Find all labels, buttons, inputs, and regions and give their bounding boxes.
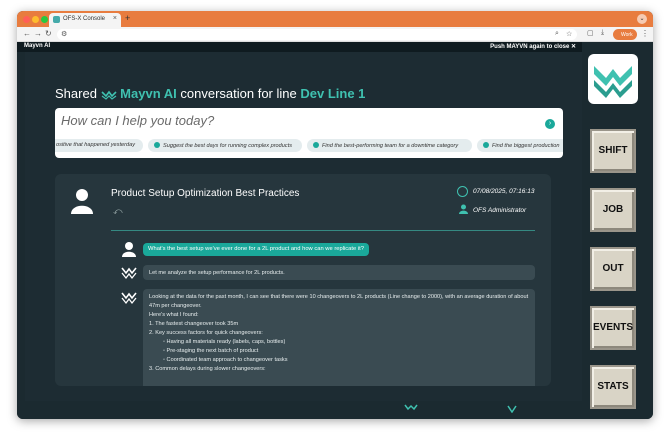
browser-window: OFS-X Console × + ⌄ ← → ↻ ⚙ ⌕ ☆ ▢ ⤓ Work… xyxy=(17,11,653,419)
suggestion-chip[interactable]: Suggest the best days for running comple… xyxy=(148,139,302,152)
mayvn-logo-icon xyxy=(594,66,632,98)
ai-message: Looking at the data for the past month, … xyxy=(143,289,535,386)
ai-paragraph: Looking at the data for the past month, … xyxy=(149,294,529,309)
extensions-icon[interactable]: ▢ xyxy=(587,29,594,37)
suggestion-label: Find the best-performing team for a down… xyxy=(322,143,459,149)
events-button[interactable]: EVENTS xyxy=(590,306,636,350)
team-icon xyxy=(313,142,319,148)
user-message-avatar-icon xyxy=(122,242,136,257)
title-middle: conversation for line xyxy=(180,86,297,101)
bookmark-star-icon[interactable]: ☆ xyxy=(566,30,572,38)
arrow-circle-icon xyxy=(483,142,489,148)
zoom-icon[interactable]: ⌕ xyxy=(555,30,559,38)
tab-favicon-icon xyxy=(53,16,60,23)
conversation-title: Product Setup Optimization Best Practice… xyxy=(111,188,300,199)
title-prefix: Shared xyxy=(55,86,97,101)
suggestion-label: Find the biggest production xyxy=(492,143,560,149)
list-subitem: Pre-staging the next batch of product xyxy=(149,347,529,356)
right-sidebar: SHIFT JOB OUT EVENTS STATS xyxy=(582,42,653,419)
tab-title: OFS-X Console xyxy=(63,16,106,22)
maximize-window-icon[interactable] xyxy=(41,16,48,23)
clock-icon xyxy=(457,186,468,197)
out-button[interactable]: OUT xyxy=(590,247,636,291)
reload-icon[interactable]: ↻ xyxy=(45,29,52,38)
shift-button[interactable]: SHIFT xyxy=(590,129,636,173)
suggestion-chip[interactable]: Find the biggest production xyxy=(477,139,563,152)
browser-tab-bar: OFS-X Console × + ⌄ xyxy=(17,11,653,27)
mayvn-message-avatar-icon xyxy=(121,292,137,305)
minimize-window-icon[interactable] xyxy=(32,16,39,23)
modal-close-hint[interactable]: Push MAYVN again to close ✕ xyxy=(490,43,576,50)
browser-toolbar: ← → ↻ ⚙ ⌕ ☆ ▢ ⤓ Work ⋮ xyxy=(17,27,653,42)
user-message: What's the best setup we've ever done fo… xyxy=(143,243,369,256)
admin-user-icon xyxy=(459,204,468,214)
modal-header-title: Mayvn AI xyxy=(24,43,51,49)
user-avatar-icon xyxy=(71,189,93,214)
page-title: Shared Mayvn AI conversation for line De… xyxy=(55,86,365,101)
job-button[interactable]: JOB xyxy=(590,188,636,232)
list-item: 3. Common delays during slower changeove… xyxy=(149,366,266,372)
bottom-status-bar xyxy=(17,401,582,419)
ai-message: Let me analyze the setup performance for… xyxy=(143,265,535,280)
mayvn-logo-icon xyxy=(100,90,117,100)
suggestion-label: ositive that happened yesterday xyxy=(56,142,135,148)
site-info-icon[interactable]: ⚙ xyxy=(61,30,67,38)
modal-header: Mayvn AI Push MAYVN again to close ✕ xyxy=(17,42,582,52)
mayvn-logo-icon xyxy=(404,404,418,411)
new-tab-button[interactable]: + xyxy=(125,13,130,23)
calendar-icon xyxy=(154,142,160,148)
reply-icon[interactable]: ⤺ xyxy=(113,206,123,217)
card-divider xyxy=(111,230,535,231)
forward-arrow-icon[interactable]: → xyxy=(34,29,42,38)
send-icon[interactable]: › xyxy=(545,119,555,129)
download-icon[interactable]: ⤓ xyxy=(601,29,604,37)
back-arrow-icon[interactable]: ← xyxy=(23,29,31,38)
browser-menu-icon[interactable]: ⋮ xyxy=(641,29,649,38)
stats-button[interactable]: STATS xyxy=(590,365,636,409)
suggestion-chip[interactable]: ositive that happened yesterday xyxy=(55,139,143,152)
ai-paragraph: Here's what I found: xyxy=(149,312,199,318)
browser-tab[interactable]: OFS-X Console × xyxy=(49,13,121,27)
search-input[interactable] xyxy=(61,111,531,129)
list-subitem: Coordinated team approach to changeover … xyxy=(149,356,529,365)
ofs-logo-icon xyxy=(507,405,517,413)
search-box: › ositive that happened yesterday Sugges… xyxy=(55,108,563,158)
conversation-author: OFS Administrator xyxy=(473,207,527,214)
list-item: 2. Key success factors for quick changeo… xyxy=(149,330,263,336)
suggestion-label: Suggest the best days for running comple… xyxy=(163,143,293,149)
list-subitem: Having all materials ready (labels, caps… xyxy=(149,338,529,347)
mayvn-message-avatar-icon xyxy=(121,267,137,280)
mayvn-button[interactable] xyxy=(588,54,638,104)
list-item: 1. The fastest changeover took 35m xyxy=(149,321,239,327)
address-bar[interactable]: ⚙ ⌕ ☆ xyxy=(57,29,577,40)
mayvn-modal: Shared Mayvn AI conversation for line De… xyxy=(25,52,582,401)
title-brand: Mayvn AI xyxy=(120,86,177,101)
conversation-card: Product Setup Optimization Best Practice… xyxy=(55,174,551,386)
tab-list-chevron-icon[interactable]: ⌄ xyxy=(637,14,647,24)
tab-close-icon[interactable]: × xyxy=(113,15,117,22)
title-line-name: Dev Line 1 xyxy=(300,86,366,101)
ai-message-text: Let me analyze the setup performance for… xyxy=(149,270,285,276)
profile-button[interactable]: Work xyxy=(613,29,637,40)
conversation-date: 07/08/2025, 07:16:13 xyxy=(473,188,535,195)
close-window-icon[interactable] xyxy=(23,16,30,23)
suggestion-chip[interactable]: Find the best-performing team for a down… xyxy=(307,139,472,152)
